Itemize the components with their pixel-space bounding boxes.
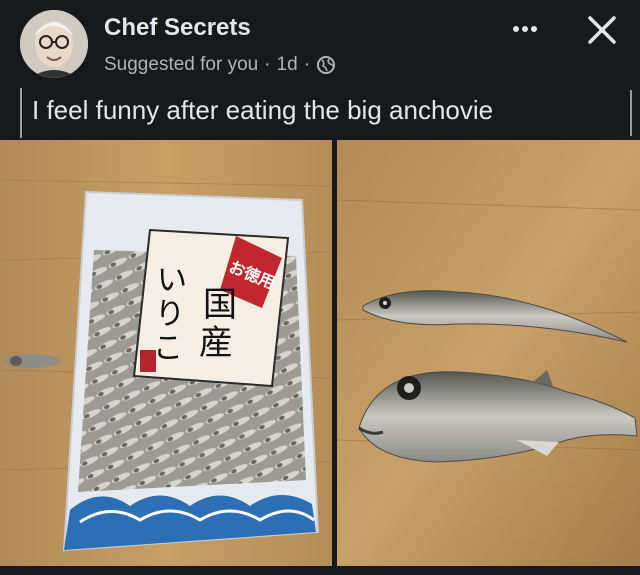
package-label: お徳用 国 産 い り こ [132,228,290,388]
small-anchovy [4,354,60,368]
suggested-label: Suggested for you [104,54,259,75]
author-name[interactable]: Chef Secrets [104,14,251,42]
more-options-icon[interactable] [505,14,545,44]
package-kana-3: こ [153,332,183,365]
meta-separator: · [303,54,311,75]
author-avatar[interactable] [20,10,88,78]
post-time[interactable]: 1d [277,54,298,76]
globe-icon [316,55,336,75]
post-meta: Suggested for you · 1d · [104,54,336,76]
package-kana-1: い [157,264,187,297]
close-icon[interactable] [582,10,622,50]
meta-separator: · [264,54,271,75]
post-caption: I feel funny after eating the big anchov… [20,88,493,138]
package-kanji-2: 産 [199,324,233,362]
package-kanji-1: 国 [203,286,237,324]
package-kana-2: り [155,298,185,331]
post-bottom-edge [0,566,640,575]
post-header: Chef Secrets Suggested for you · 1d · [0,0,640,90]
photo-anchovy-package[interactable]: お徳用 国 産 い り こ [0,140,332,566]
photo-two-fish[interactable] [337,140,640,566]
caption-divider [630,90,632,136]
